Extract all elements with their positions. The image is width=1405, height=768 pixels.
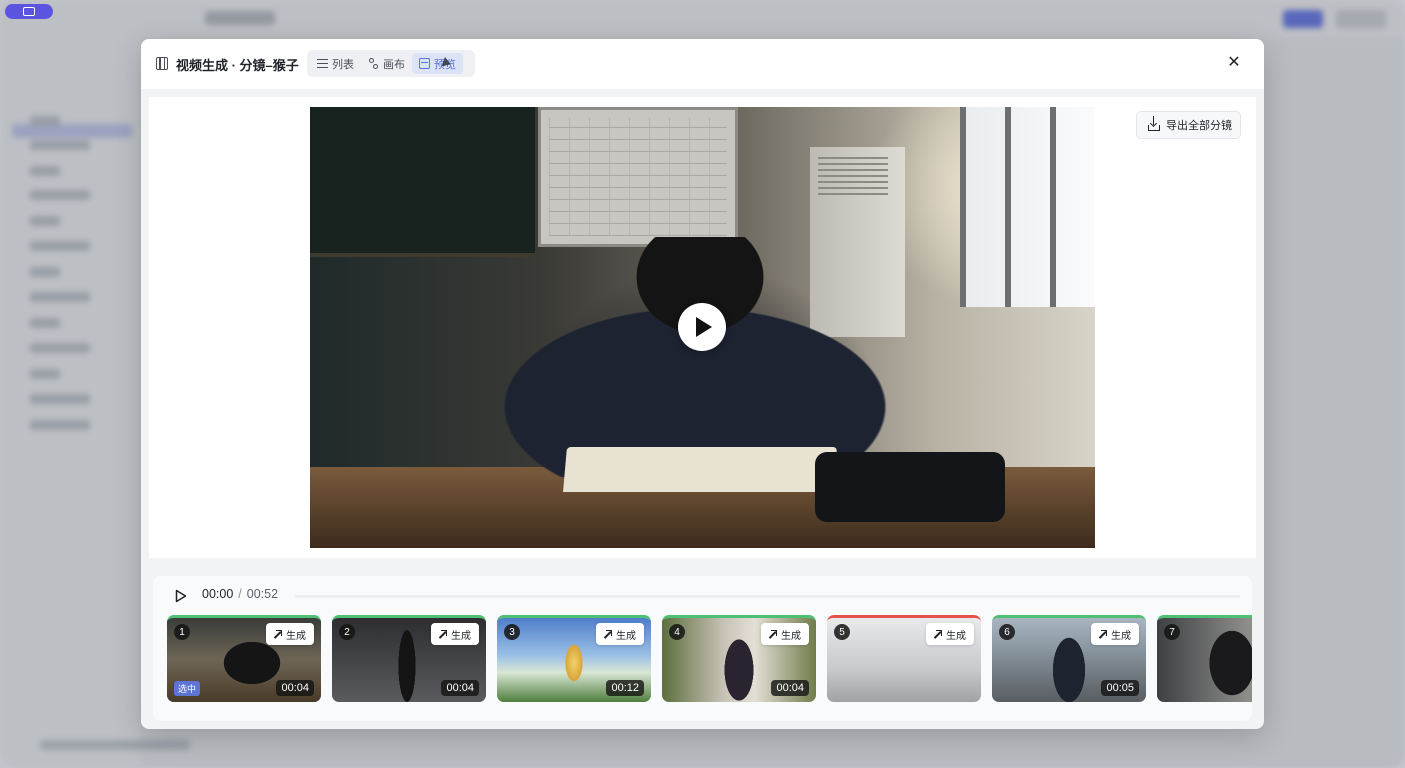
video-frame-chart — [538, 107, 738, 247]
timeline-panel: 00:00 / 00:52 1 生成 选中 00:04 2 生成 00:04 3 生… — [153, 576, 1252, 721]
total-time: 00:52 — [246, 587, 279, 601]
timeline-play-button[interactable] — [175, 589, 187, 603]
modal-title: 视频生成 · 分镜–猴子 — [176, 58, 299, 73]
shot-thumbnail-5[interactable]: 5 生成 — [827, 615, 981, 702]
arrow-up-right-icon — [602, 629, 612, 639]
play-icon — [696, 317, 712, 337]
tab-list[interactable]: 列表 — [310, 53, 361, 74]
video-frame-student — [425, 237, 965, 477]
arrow-up-right-icon — [437, 629, 447, 639]
shot-thumbnail-7[interactable]: 7 — [1157, 615, 1252, 702]
generate-label: 生成 — [781, 630, 801, 642]
arrow-up-right-icon — [1097, 629, 1107, 639]
generate-label: 生成 — [616, 630, 636, 642]
app-badge[interactable] — [5, 4, 53, 19]
generate-label: 生成 — [946, 630, 966, 642]
timeline-time: 00:00 / 00:52 — [202, 587, 278, 601]
generate-label: 生成 — [286, 630, 306, 642]
shot-duration: 00:05 — [1101, 680, 1139, 696]
preview-icon — [419, 58, 430, 69]
tab-canvas[interactable]: 画布 — [361, 53, 412, 74]
video-generation-modal: 视频生成 · 分镜–猴子 列表 画布 预览 ✕ 导出全部分镜 00:00 / 0… — [141, 39, 1264, 729]
generate-button[interactable]: 生成 — [926, 623, 974, 645]
video-frame-blackboard — [310, 107, 535, 257]
shot-number: 1 — [174, 624, 190, 640]
arrow-up-right-icon — [272, 629, 282, 639]
shot-thumbnail-2[interactable]: 2 生成 00:04 — [332, 615, 486, 702]
generate-button[interactable]: 生成 — [1091, 623, 1139, 645]
export-all-shots-button[interactable]: 导出全部分镜 — [1136, 111, 1241, 139]
arrow-up-right-icon — [932, 629, 942, 639]
shot-thumbnail-6[interactable]: 6 生成 00:05 — [992, 615, 1146, 702]
shot-strip: 1 生成 选中 00:04 2 生成 00:04 3 生成 00:12 4 生成… — [167, 615, 1252, 703]
canvas-icon — [368, 58, 379, 69]
generate-button[interactable]: 生成 — [761, 623, 809, 645]
video-player[interactable] — [310, 107, 1095, 548]
close-icon: ✕ — [1227, 54, 1241, 71]
play-button[interactable] — [678, 303, 726, 351]
close-button[interactable]: ✕ — [1226, 55, 1242, 71]
video-frame-book — [563, 447, 837, 492]
shot-number: 7 — [1164, 624, 1180, 640]
current-time: 00:00 — [202, 587, 234, 601]
timeline-scrubber[interactable] — [295, 595, 1240, 598]
shot-number: 3 — [504, 624, 520, 640]
modal-header: 视频生成 · 分镜–猴子 列表 画布 预览 ✕ — [141, 39, 1264, 89]
generate-button[interactable]: 生成 — [266, 623, 314, 645]
selected-badge: 选中 — [174, 681, 201, 696]
generate-button[interactable]: 生成 — [596, 623, 644, 645]
export-all-shots-label: 导出全部分镜 — [1166, 120, 1232, 132]
generate-label: 生成 — [451, 630, 471, 642]
tab-canvas-label: 画布 — [383, 58, 405, 71]
generate-label: 生成 — [1111, 630, 1131, 642]
shot-duration: 00:04 — [276, 680, 314, 696]
shot-duration: 00:04 — [441, 680, 479, 696]
shot-number: 2 — [339, 624, 355, 640]
preview-area: 导出全部分镜 — [149, 97, 1256, 558]
film-icon — [156, 57, 168, 70]
play-outline-icon — [175, 589, 187, 603]
list-icon — [317, 59, 328, 68]
window-icon — [23, 7, 35, 16]
video-frame-pencil-case — [815, 452, 1005, 522]
download-icon — [1148, 116, 1160, 131]
tab-list-label: 列表 — [332, 58, 354, 71]
video-frame-window — [960, 107, 1095, 307]
shot-thumbnail-3[interactable]: 3 生成 00:12 — [497, 615, 651, 702]
shot-duration: 00:12 — [606, 680, 644, 696]
shot-number: 5 — [834, 624, 850, 640]
tab-preview[interactable]: 预览 — [412, 53, 463, 74]
time-separator: / — [238, 587, 242, 601]
shot-thumbnail-4[interactable]: 4 生成 00:04 — [662, 615, 816, 702]
shot-duration: 00:04 — [771, 680, 809, 696]
shot-number: 6 — [999, 624, 1015, 640]
shot-number: 4 — [669, 624, 685, 640]
shot-thumbnail-1[interactable]: 1 生成 选中 00:04 — [167, 615, 321, 702]
arrow-up-right-icon — [767, 629, 777, 639]
generate-button[interactable]: 生成 — [431, 623, 479, 645]
